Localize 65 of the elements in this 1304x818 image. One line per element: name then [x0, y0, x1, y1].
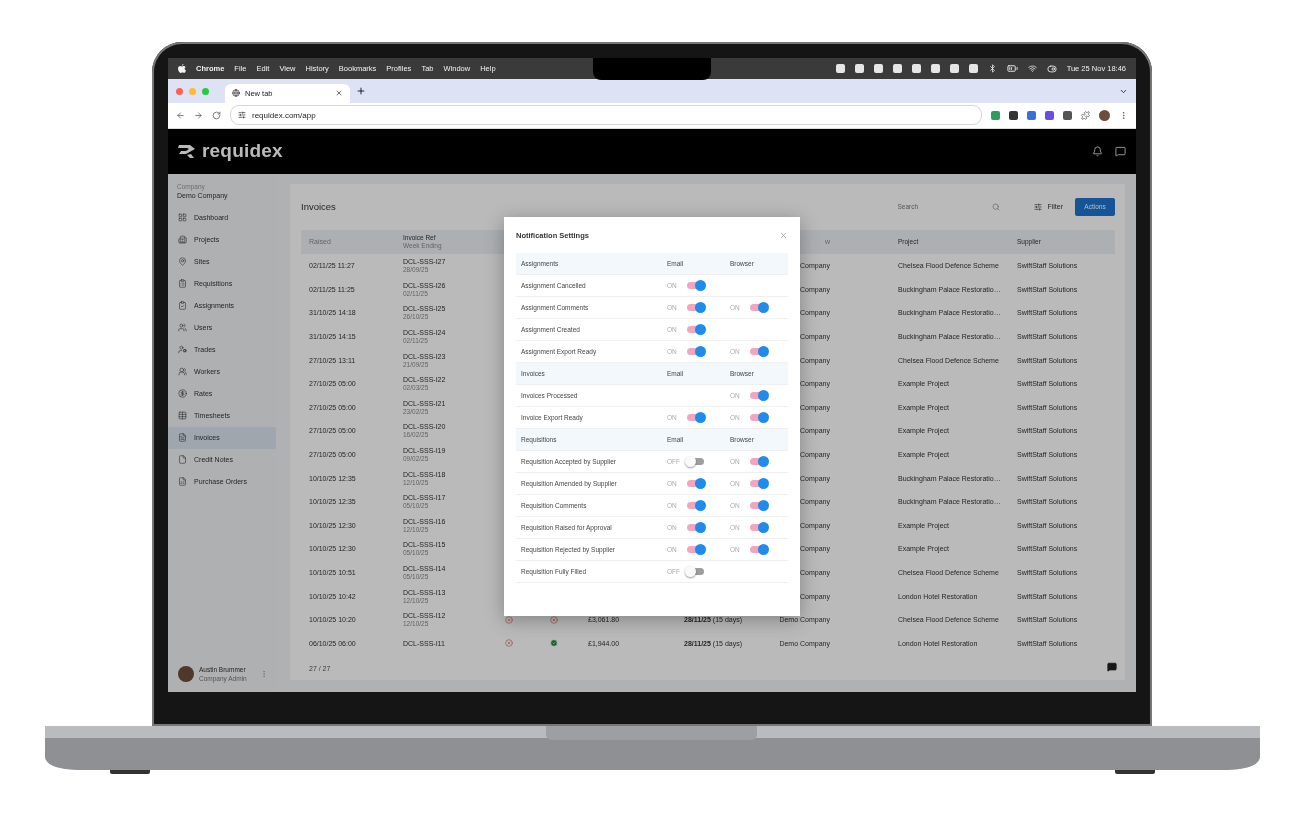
brand-name: requidex — [202, 140, 283, 163]
coin-icon — [178, 389, 187, 399]
wifi-icon[interactable] — [1027, 64, 1037, 74]
avatar-icon[interactable] — [1099, 109, 1110, 121]
toggle-switch[interactable] — [687, 479, 704, 487]
bluetooth-icon[interactable] — [987, 64, 997, 74]
toggle-switch[interactable] — [687, 303, 704, 311]
toggle-switch[interactable] — [750, 391, 767, 399]
toggle-switch[interactable] — [750, 347, 767, 355]
forward-icon[interactable] — [194, 110, 203, 120]
logo-icon — [178, 144, 196, 159]
user-gear-icon — [178, 345, 187, 355]
user-avatar[interactable] — [178, 666, 194, 682]
chat-icon — [1107, 662, 1117, 672]
close-icon — [779, 230, 788, 240]
toggle-switch[interactable] — [750, 303, 767, 311]
toggle-switch[interactable] — [750, 413, 767, 421]
battery-icon[interactable] — [1006, 63, 1018, 75]
spreadsheet-icon — [178, 477, 187, 487]
page-title: Invoices — [301, 201, 336, 213]
toggle-switch[interactable] — [687, 457, 704, 465]
new-tab-icon[interactable] — [356, 86, 366, 96]
cross-circle-icon — [550, 615, 558, 624]
toggle-switch[interactable] — [687, 413, 704, 421]
toggle-switch[interactable] — [750, 523, 767, 531]
message-icon[interactable] — [1115, 145, 1126, 157]
sliders-icon — [1034, 202, 1043, 211]
users-icon — [178, 323, 187, 333]
toggle-switch[interactable] — [687, 347, 704, 355]
users-icon — [178, 367, 187, 377]
close-button[interactable] — [779, 230, 788, 240]
back-icon[interactable] — [176, 110, 185, 120]
puzzle-icon[interactable] — [1081, 110, 1090, 120]
more-icon[interactable] — [1119, 110, 1128, 120]
close-window-icon[interactable] — [176, 87, 183, 95]
globe-icon — [232, 89, 240, 98]
apple-logo-icon[interactable] — [178, 64, 186, 74]
clipboard-icon — [178, 279, 187, 289]
address-bar[interactable]: requidex.com/app — [230, 105, 982, 126]
map-pin-icon — [178, 257, 187, 267]
reload-icon[interactable] — [212, 110, 221, 120]
toggle-switch[interactable] — [687, 281, 704, 289]
toggle-icon[interactable] — [1046, 63, 1057, 74]
grid-icon — [178, 213, 187, 223]
toggle-switch[interactable] — [687, 325, 704, 333]
site-settings-icon[interactable] — [238, 111, 246, 120]
document-icon — [178, 433, 187, 443]
check-circle-icon — [550, 639, 558, 648]
building-icon — [178, 235, 187, 245]
toggle-switch[interactable] — [750, 501, 767, 509]
toggle-switch[interactable] — [687, 523, 704, 531]
close-icon[interactable] — [335, 89, 343, 98]
cross-circle-icon — [505, 639, 513, 648]
toggle-switch[interactable] — [750, 457, 767, 465]
document-icon — [178, 455, 187, 465]
search-icon[interactable] — [992, 202, 1001, 211]
toggle-switch[interactable] — [687, 501, 704, 509]
toggle-switch[interactable] — [687, 567, 704, 575]
bell-icon[interactable] — [1092, 145, 1103, 157]
toggle-switch[interactable] — [750, 545, 767, 553]
toggle-switch[interactable] — [687, 545, 704, 553]
table-icon — [178, 411, 187, 421]
toggle-switch[interactable] — [750, 479, 767, 487]
clipboard-check-icon — [178, 301, 187, 311]
cross-circle-icon — [505, 615, 513, 624]
